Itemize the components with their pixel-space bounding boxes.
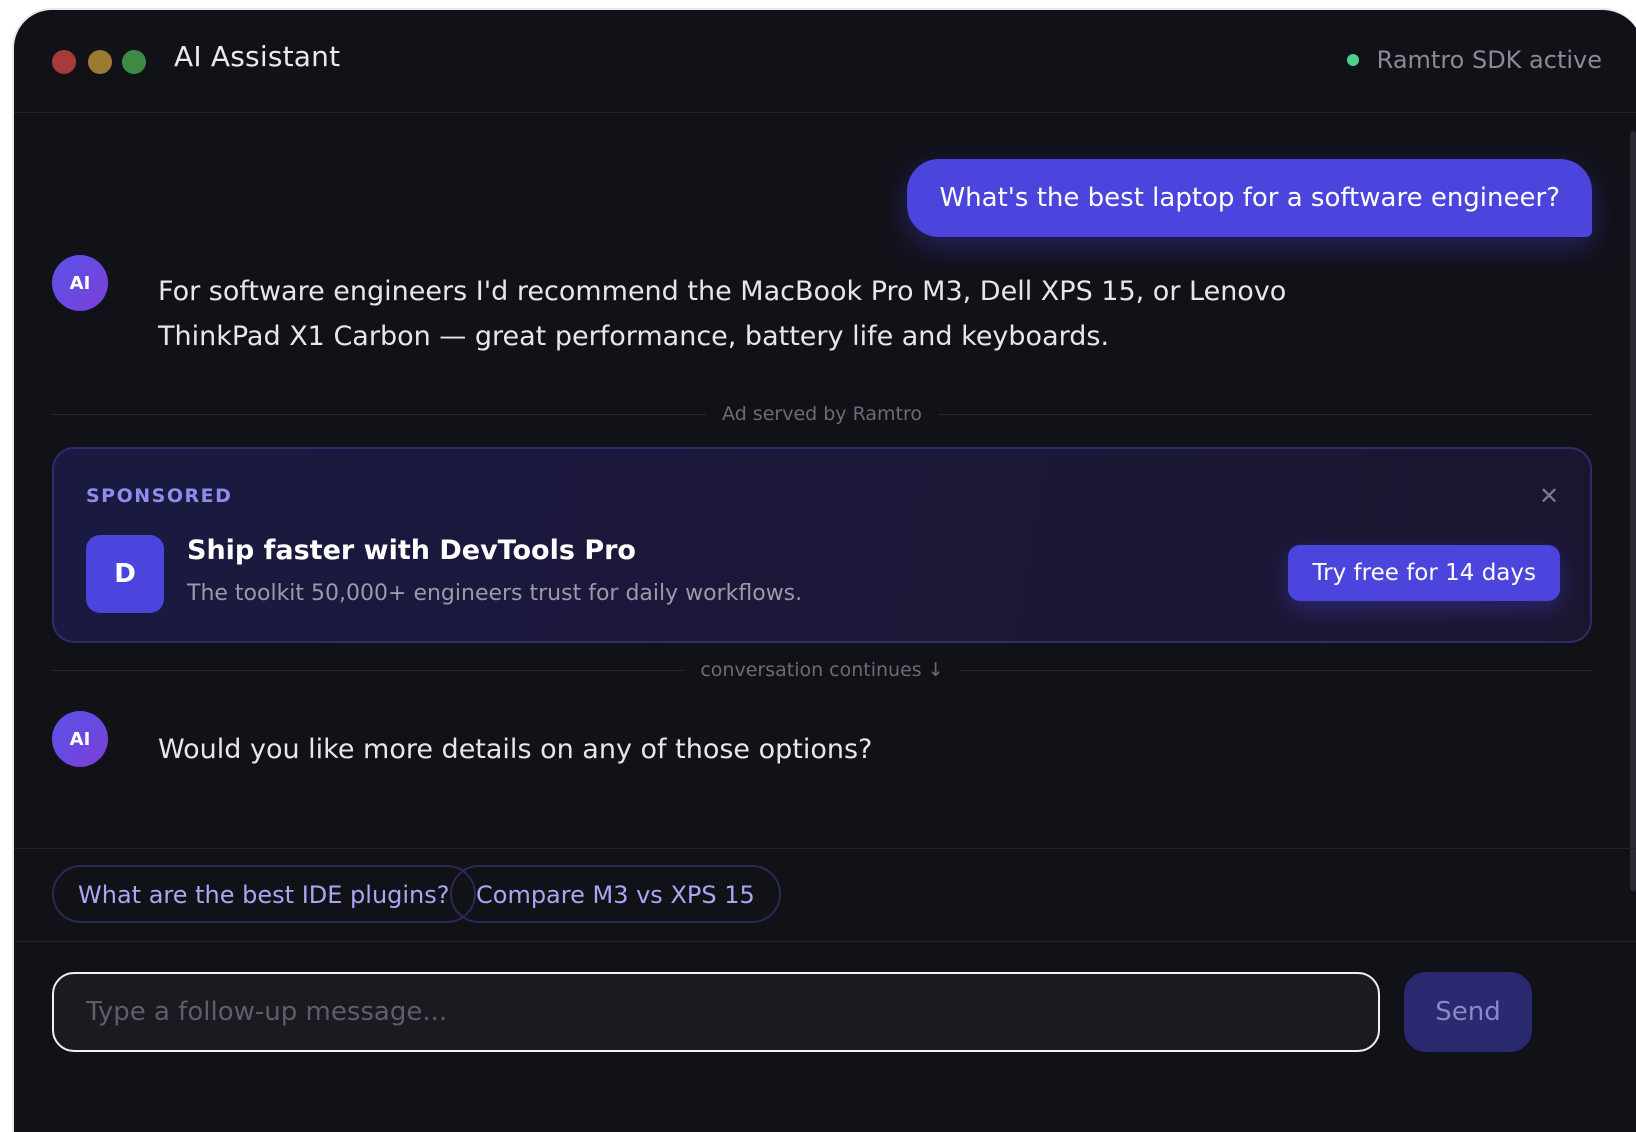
ad-cta-button[interactable]: Try free for 14 days (1288, 545, 1560, 601)
close-icon[interactable]: ✕ (1536, 483, 1562, 509)
app-title: AI Assistant (174, 40, 341, 73)
divider-line (937, 413, 1593, 415)
ai-message: For software engineers I'd recommend the… (158, 269, 1286, 359)
user-message-bubble: What's the best laptop for a software en… (907, 159, 1592, 237)
divider-line (959, 669, 1592, 671)
ai-message: Would you like more details on any of th… (158, 734, 873, 765)
ad-description: The toolkit 50,000+ engineers trust for … (187, 581, 803, 606)
close-window-button[interactable] (52, 50, 76, 74)
ai-avatar: AI (52, 711, 108, 767)
continue-divider-label: conversation continues ↓ (700, 659, 944, 681)
sponsored-label: SPONSORED (86, 485, 233, 507)
continue-divider: conversation continues ↓ (52, 655, 1592, 685)
chat-area: What's the best laptop for a software en… (14, 113, 1636, 893)
divider-line (52, 669, 685, 671)
minimize-window-button[interactable] (88, 50, 112, 74)
ad-logo: D (86, 535, 164, 613)
ad-divider: Ad served by Ramtro (52, 399, 1593, 429)
sdk-status: Ramtro SDK active (1346, 46, 1602, 74)
sponsored-ad-card[interactable]: SPONSORED ✕ D Ship faster with DevTools … (52, 447, 1592, 643)
ai-message-line: For software engineers I'd recommend the… (158, 276, 1287, 307)
suggestion-bar: What are the best IDE plugins? Compare M… (14, 848, 1636, 942)
maximize-window-button[interactable] (122, 50, 146, 74)
ad-title: Ship faster with DevTools Pro (187, 535, 636, 566)
ad-divider-label: Ad served by Ramtro (722, 403, 922, 425)
send-button[interactable]: Send (1404, 972, 1532, 1052)
chat-scrollbar[interactable] (1630, 131, 1636, 891)
app-window: AI Assistant Ramtro SDK active What's th… (12, 8, 1636, 1132)
status-dot-icon (1346, 54, 1359, 66)
ai-message-line: ThinkPad X1 Carbon — great performance, … (158, 321, 1110, 352)
suggestion-chip[interactable]: What are the best IDE plugins? (52, 865, 476, 923)
ai-avatar: AI (52, 255, 108, 311)
divider-line (52, 413, 707, 415)
sdk-status-text: Ramtro SDK active (1376, 46, 1602, 74)
title-bar: AI Assistant Ramtro SDK active (14, 10, 1636, 113)
suggestion-chip[interactable]: Compare M3 vs XPS 15 (450, 865, 781, 923)
message-input[interactable] (52, 972, 1380, 1052)
